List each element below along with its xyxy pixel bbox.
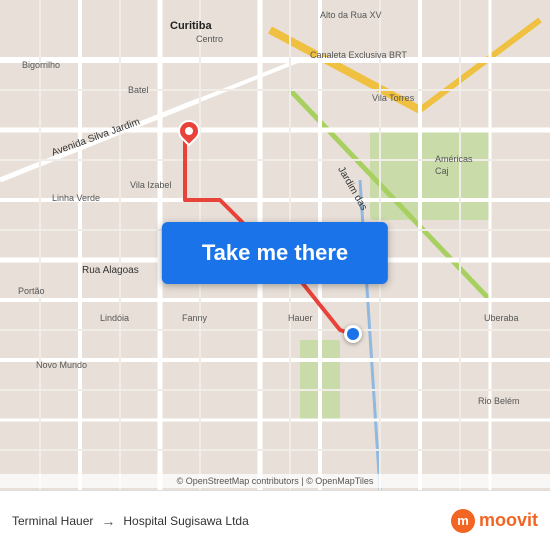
destination-label: Hospital Sugisawa Ltda	[123, 514, 248, 528]
arrow-icon: →	[101, 513, 115, 529]
take-me-there-button[interactable]: Take me there	[162, 222, 388, 284]
map-container: Curitiba Centro Alto da Rua XV Bigorrilh…	[0, 0, 550, 490]
destination-marker	[344, 325, 362, 343]
route-info: Terminal Hauer → Hospital Sugisawa Ltda	[12, 513, 451, 529]
moovit-logo: m moovit	[451, 509, 538, 533]
moovit-text: moovit	[479, 510, 538, 531]
bottom-bar: Terminal Hauer → Hospital Sugisawa Ltda …	[0, 490, 550, 550]
moovit-icon: m	[451, 509, 475, 533]
origin-label: Terminal Hauer	[12, 514, 93, 528]
map-attribution: © OpenStreetMap contributors | © OpenMap…	[0, 474, 550, 488]
